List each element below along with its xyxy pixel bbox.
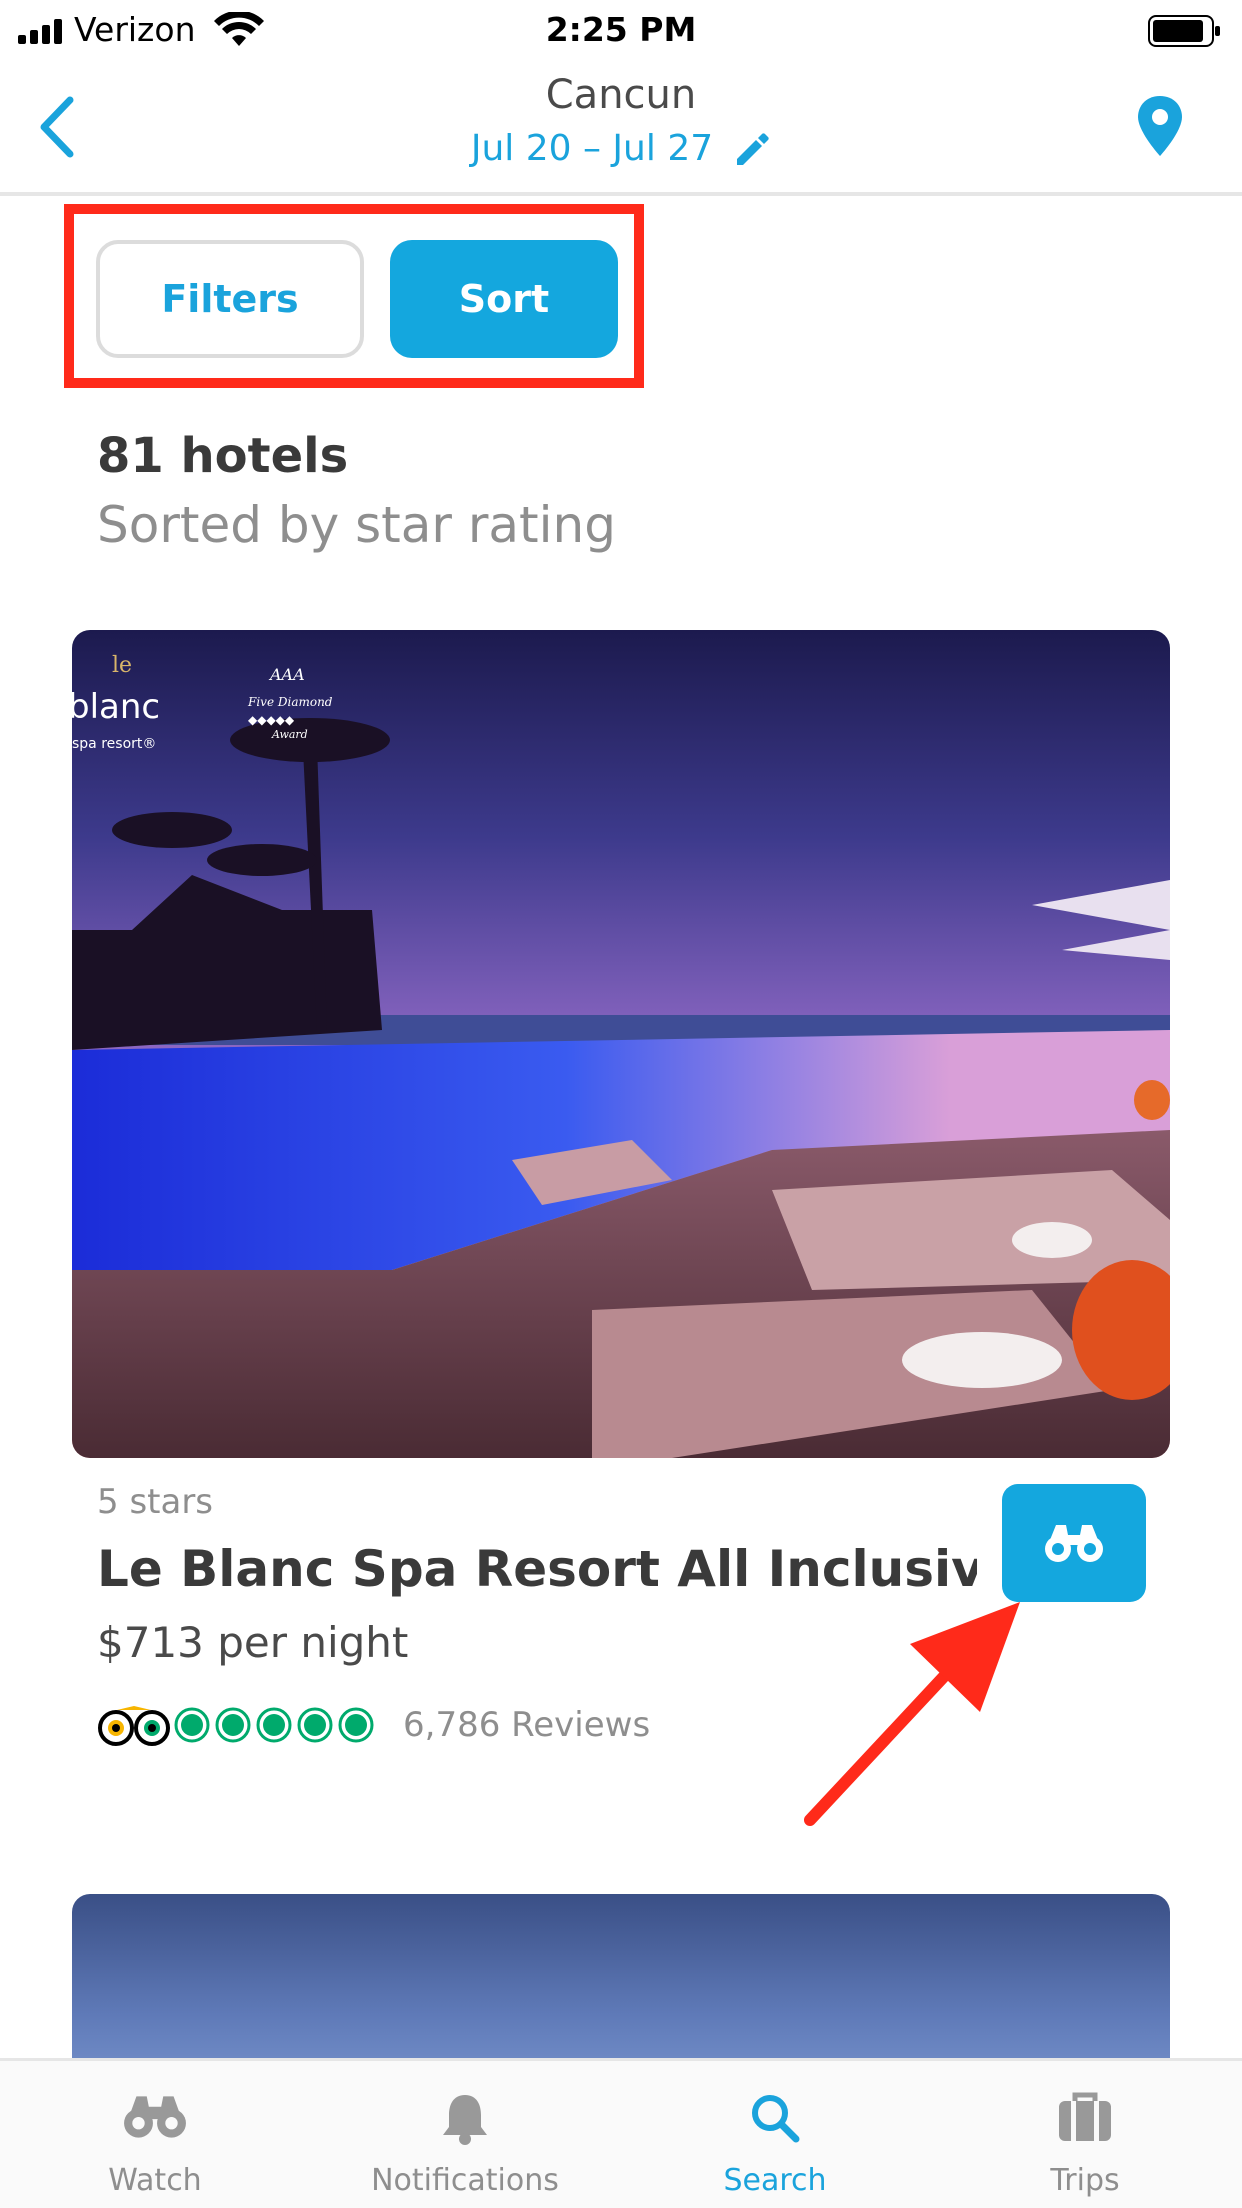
hotel-name[interactable]: Le Blanc Spa Resort All Inclusive... <box>97 1540 977 1598</box>
hotel-search-results-screen: Verizon 2:25 PM Cancun Jul 20 – Jul 27 F… <box>0 0 1242 2208</box>
tab-label: Search <box>723 2163 827 2198</box>
sort-button[interactable]: Sort <box>390 240 618 358</box>
search-icon <box>752 2095 800 2143</box>
map-pin-icon[interactable] <box>1130 92 1190 162</box>
rating-circles <box>174 1707 374 1743</box>
svg-text:le: le <box>112 653 132 678</box>
suitcase-icon <box>1059 2092 1111 2141</box>
review-count[interactable]: 6,786 Reviews <box>403 1705 650 1745</box>
filters-button[interactable]: Filters <box>96 240 364 358</box>
svg-text:◆◆◆◆◆: ◆◆◆◆◆ <box>248 713 295 727</box>
annotation-arrow <box>804 1602 1020 1826</box>
hotel-star-rating: 5 stars <box>97 1482 214 1522</box>
hotel-photo[interactable]: le blanc spa resort® AAA Five Diamond ◆◆… <box>72 630 1170 1458</box>
watch-hotel-button[interactable] <box>1002 1484 1146 1602</box>
svg-text:Award: Award <box>271 728 308 741</box>
status-bar: Verizon 2:25 PM <box>0 0 1242 62</box>
tab-notifications[interactable]: Notifications <box>310 2061 620 2208</box>
hotel-price: $713 per night <box>97 1618 409 1667</box>
tripadvisor-rating: 6,786 Reviews <box>97 1700 650 1750</box>
tab-search[interactable]: Search <box>620 2061 930 2208</box>
tab-label: Watch <box>108 2163 202 2198</box>
tab-trips[interactable]: Trips <box>930 2061 1240 2208</box>
hotel-count: 81 hotels <box>97 428 349 484</box>
status-time: 2:25 PM <box>545 10 697 49</box>
date-range-label: Jul 20 – Jul 27 <box>470 128 714 169</box>
svg-text:AAA: AAA <box>268 665 305 684</box>
bell-icon <box>443 2095 487 2145</box>
svg-text:Five Diamond: Five Diamond <box>247 695 333 709</box>
resort-pool-image: le blanc spa resort® AAA Five Diamond ◆◆… <box>72 630 1170 1458</box>
tab-label: Notifications <box>371 2163 559 2198</box>
binoculars-icon <box>124 2096 186 2138</box>
page-title: Cancun <box>545 72 697 118</box>
tab-label: Trips <box>1050 2163 1120 2198</box>
binoculars-icon <box>1045 1525 1103 1562</box>
tab-bar: Watch Notifications Search Trips <box>0 2058 1242 2208</box>
svg-text:spa resort®: spa resort® <box>72 736 156 752</box>
pencil-icon[interactable] <box>731 129 771 169</box>
battery-icon <box>1148 15 1220 47</box>
sort-description: Sorted by star rating <box>97 496 616 554</box>
tab-watch[interactable]: Watch <box>0 2061 310 2208</box>
svg-text:blanc: blanc <box>72 687 160 727</box>
tripadvisor-owl-icon <box>98 1706 170 1746</box>
navigation-bar: Cancun Jul 20 – Jul 27 <box>0 62 1242 196</box>
date-range[interactable]: Jul 20 – Jul 27 <box>0 128 1242 169</box>
